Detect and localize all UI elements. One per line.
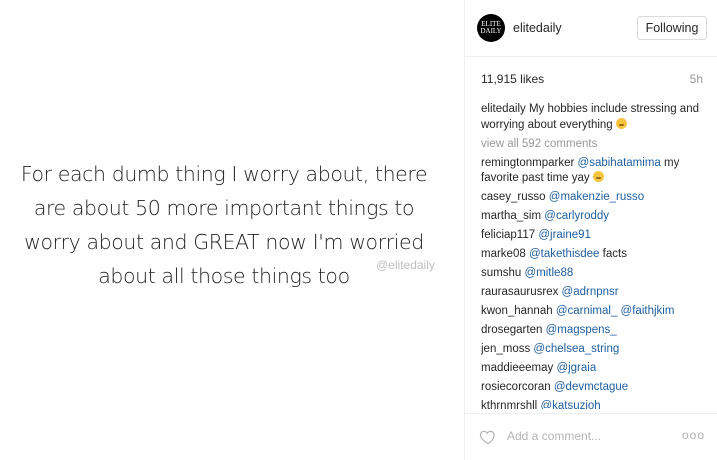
comment-item: feliciap117 @jraine91 [481,228,707,243]
comment-item: remingtonmparker @sabihatamima my favori… [481,156,707,186]
grimacing-face-icon [592,171,604,182]
comment-item: kwon_hannah @carnimal_ @faithjkim [481,304,707,319]
comment-mention[interactable]: @katsuzioh [540,400,600,409]
post-caption: elitedaily My hobbies include stressing … [481,101,707,133]
image-watermark: @elitedaily [376,258,435,272]
comment-author[interactable]: sumshu [481,267,521,279]
comment-mention[interactable]: @makenzie_russo [549,191,644,203]
quote-line: are about 50 more important things to [33,196,415,220]
comment-author[interactable]: kwon_hannah [481,305,553,317]
comment-item: sumshu @mitle88 [481,266,707,281]
comment-mention[interactable]: @takethisdee [529,248,600,260]
comment-author[interactable]: drosegarten [481,324,542,336]
comment-mention[interactable]: @mitle88 [524,267,573,279]
comment-author[interactable]: feliciap117 [481,229,535,241]
post-image[interactable]: For each dumb thing I worry about, there… [0,0,464,460]
comment-item: jen_moss @chelsea_string [481,342,707,357]
comment-mention[interactable]: @jgraia [556,362,596,374]
comment-author[interactable]: remingtonmparker [481,157,574,169]
comment-mention[interactable]: @jraine91 [538,229,591,241]
caption-author[interactable]: elitedaily [481,103,526,115]
comment-item: raurasaurusrex @adrnpnsr [481,285,707,300]
post-header: ELITE DAILY elitedaily Following [465,0,717,57]
likes-count[interactable]: 11,915 likes [481,72,544,86]
quote-text: For each dumb thing I worry about, there… [8,157,440,293]
comment-author[interactable]: casey_russo [481,191,546,203]
comment-author[interactable]: rosiecorcoran [481,381,551,393]
comments-list[interactable]: elitedaily My hobbies include stressing … [481,101,707,409]
more-options-button[interactable]: ooo [682,428,705,442]
comment-mention[interactable]: @magspens_ [546,324,617,336]
post-timestamp[interactable]: 5h [690,72,703,86]
following-button[interactable]: Following [637,16,707,40]
comment-mention[interactable]: @sabihatamima [578,157,661,169]
avatar-text-line: DAILY [480,27,502,35]
comment-author[interactable]: raurasaurusrex [481,286,558,298]
quote-line: worry about and GREAT now I'm worried [24,230,424,254]
comment-author[interactable]: martha_sim [481,210,541,222]
comment-text: facts [602,248,627,260]
comment-author[interactable]: kthrnmrshll [481,400,537,409]
post-meta: 11,915 likes 5h [481,72,703,88]
comment-author[interactable]: jen_moss [481,343,530,355]
username-link[interactable]: elitedaily [513,21,562,35]
post-sidebar: ELITE DAILY elitedaily Following 11,915 … [465,0,717,460]
comment-author[interactable]: marke08 [481,248,526,260]
comment-item: rosiecorcoran @devmctague [481,380,707,395]
comment-item: casey_russo @makenzie_russo [481,190,707,205]
comment-mention[interactable]: @adrnpnsr [562,286,619,298]
grimacing-face-icon [615,118,627,129]
heart-outline-icon[interactable] [479,428,497,446]
comment-item: martha_sim @carlyroddy [481,209,707,224]
comment-author[interactable]: maddieeemay [481,362,553,374]
comment-mention[interactable]: @carlyroddy [544,210,609,222]
comment-item: drosegarten @magspens_ [481,323,707,338]
add-comment-input[interactable] [507,428,667,444]
post-footer: ooo [465,413,717,460]
comment-mention[interactable]: @chelsea_string [533,343,619,355]
avatar[interactable]: ELITE DAILY [477,14,505,42]
comment-item: marke08 @takethisdee facts [481,247,707,262]
comment-mention[interactable]: @carnimal_ @faithjkim [556,305,675,317]
instagram-post: For each dumb thing I worry about, there… [0,0,717,460]
comment-item: kthrnmrshll @katsuzioh [481,399,707,409]
comment-item: maddieeemay @jgraia [481,361,707,376]
comment-mention[interactable]: @devmctague [554,381,628,393]
view-all-comments-link[interactable]: view all 592 comments [481,136,707,152]
quote-line: For each dumb thing I worry about, there [20,162,428,186]
